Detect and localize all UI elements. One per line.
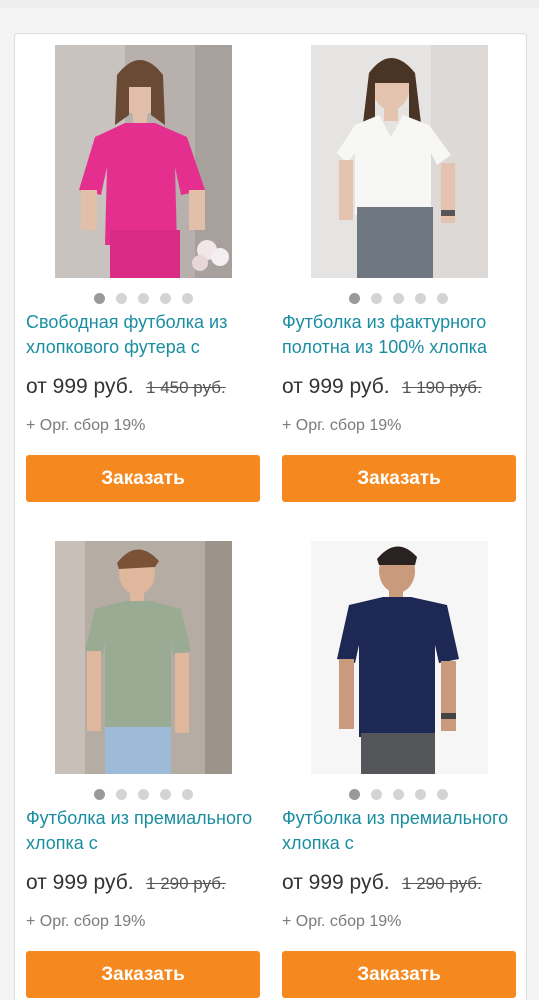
image-carousel-dots: [26, 293, 260, 307]
carousel-dot[interactable]: [371, 293, 382, 304]
carousel-dot[interactable]: [349, 789, 360, 800]
current-price: от 999 руб.: [26, 871, 134, 894]
carousel-dot[interactable]: [94, 789, 105, 800]
product-image[interactable]: [55, 45, 232, 278]
order-button[interactable]: Заказать: [26, 455, 260, 502]
carousel-dot[interactable]: [393, 293, 404, 304]
old-price: 1 190 руб.: [402, 378, 482, 397]
current-price: от 999 руб.: [26, 375, 134, 398]
woman-white-tshirt-photo: [311, 45, 488, 278]
carousel-dot[interactable]: [138, 293, 149, 304]
current-price: от 999 руб.: [282, 871, 390, 894]
order-button[interactable]: Заказать: [26, 951, 260, 998]
org-fee: + Орг. сбор 19%: [26, 417, 146, 434]
woman-pink-tshirt-photo: [55, 45, 232, 278]
old-price: 1 290 руб.: [146, 874, 226, 893]
carousel-dot[interactable]: [116, 789, 127, 800]
current-price: от 999 руб.: [282, 375, 390, 398]
price-row: от 999 руб. 1 290 руб.: [26, 871, 276, 899]
old-price: 1 450 руб.: [146, 378, 226, 397]
carousel-dot[interactable]: [138, 789, 149, 800]
carousel-dot[interactable]: [116, 293, 127, 304]
image-carousel-dots: [282, 789, 516, 803]
carousel-dot[interactable]: [160, 293, 171, 304]
old-price: 1 290 руб.: [402, 874, 482, 893]
product-title[interactable]: Футболка из премиального хлопка с: [282, 806, 516, 858]
org-fee: + Орг. сбор 19%: [282, 913, 402, 930]
product-title[interactable]: Свободная футболка из хлопкового футера …: [26, 310, 260, 362]
org-fee: + Орг. сбор 19%: [282, 417, 402, 434]
carousel-dot[interactable]: [437, 789, 448, 800]
price-row: от 999 руб. 1 450 руб.: [26, 375, 276, 403]
image-carousel-dots: [26, 789, 260, 803]
org-fee: + Орг. сбор 19%: [26, 913, 146, 930]
product-title[interactable]: Футболка из фактурного полотна из 100% х…: [282, 310, 516, 362]
carousel-dot[interactable]: [393, 789, 404, 800]
product-image[interactable]: [55, 541, 232, 774]
product-title[interactable]: Футболка из премиального хлопка с: [26, 806, 260, 858]
image-carousel-dots: [282, 293, 516, 307]
carousel-dot[interactable]: [437, 293, 448, 304]
product-image[interactable]: [311, 45, 488, 278]
order-button[interactable]: Заказать: [282, 951, 516, 998]
man-navy-tshirt-photo: [311, 541, 488, 774]
price-row: от 999 руб. 1 290 руб.: [282, 871, 532, 899]
price-row: от 999 руб. 1 190 руб.: [282, 375, 532, 403]
product-image[interactable]: [311, 541, 488, 774]
carousel-dot[interactable]: [415, 789, 426, 800]
carousel-dot[interactable]: [371, 789, 382, 800]
top-divider: [0, 0, 539, 8]
carousel-dot[interactable]: [94, 293, 105, 304]
carousel-dot[interactable]: [415, 293, 426, 304]
carousel-dot[interactable]: [160, 789, 171, 800]
carousel-dot[interactable]: [349, 293, 360, 304]
order-button[interactable]: Заказать: [282, 455, 516, 502]
carousel-dot[interactable]: [182, 293, 193, 304]
carousel-dot[interactable]: [182, 789, 193, 800]
man-sage-tshirt-photo: [55, 541, 232, 774]
